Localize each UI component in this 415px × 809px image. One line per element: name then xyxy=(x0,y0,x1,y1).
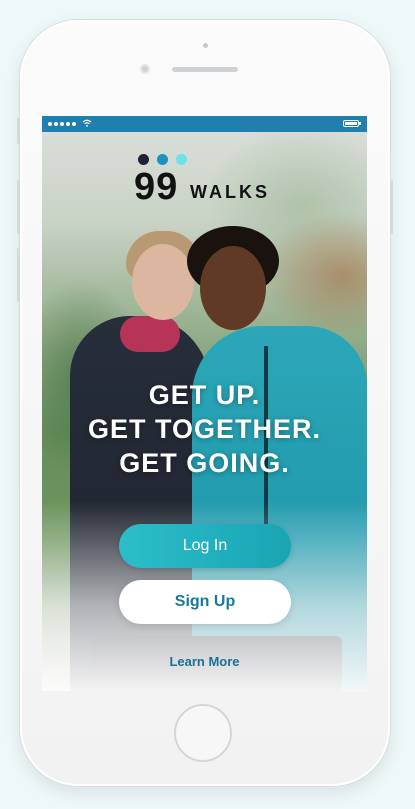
battery-icon xyxy=(343,120,361,127)
power-button xyxy=(390,180,393,234)
learn-more-link[interactable]: Learn More xyxy=(42,654,367,669)
volume-down-button xyxy=(17,248,20,302)
logo-word: WALKS xyxy=(190,182,270,202)
signup-button[interactable]: Sign Up xyxy=(119,580,291,624)
wifi-icon xyxy=(82,119,92,127)
login-button[interactable]: Log In xyxy=(119,524,291,568)
headline-line-1: GET UP. xyxy=(148,380,261,410)
app-logo: 99 WALKS xyxy=(134,154,284,208)
logo-dot-dark xyxy=(138,154,149,165)
logo-dot-aqua xyxy=(176,154,187,165)
status-bar xyxy=(42,116,367,132)
mute-switch xyxy=(17,118,20,144)
app-screen: 99 WALKS GET UP. GET TOGETHER. GET GOING… xyxy=(42,116,367,691)
home-button[interactable] xyxy=(174,704,232,762)
hero-headline: GET UP. GET TOGETHER. GET GOING. xyxy=(42,378,367,480)
signal-dots-icon xyxy=(48,122,76,126)
front-camera xyxy=(140,64,150,74)
logo-dots xyxy=(138,154,187,165)
logo-number: 99 xyxy=(134,166,179,208)
headline-line-3: GET GOING. xyxy=(119,448,290,478)
earpiece-speaker xyxy=(172,67,238,72)
logo-dot-blue xyxy=(157,154,168,165)
headline-line-2: GET TOGETHER. xyxy=(87,414,322,444)
volume-up-button xyxy=(17,180,20,234)
proximity-sensor xyxy=(203,43,208,48)
